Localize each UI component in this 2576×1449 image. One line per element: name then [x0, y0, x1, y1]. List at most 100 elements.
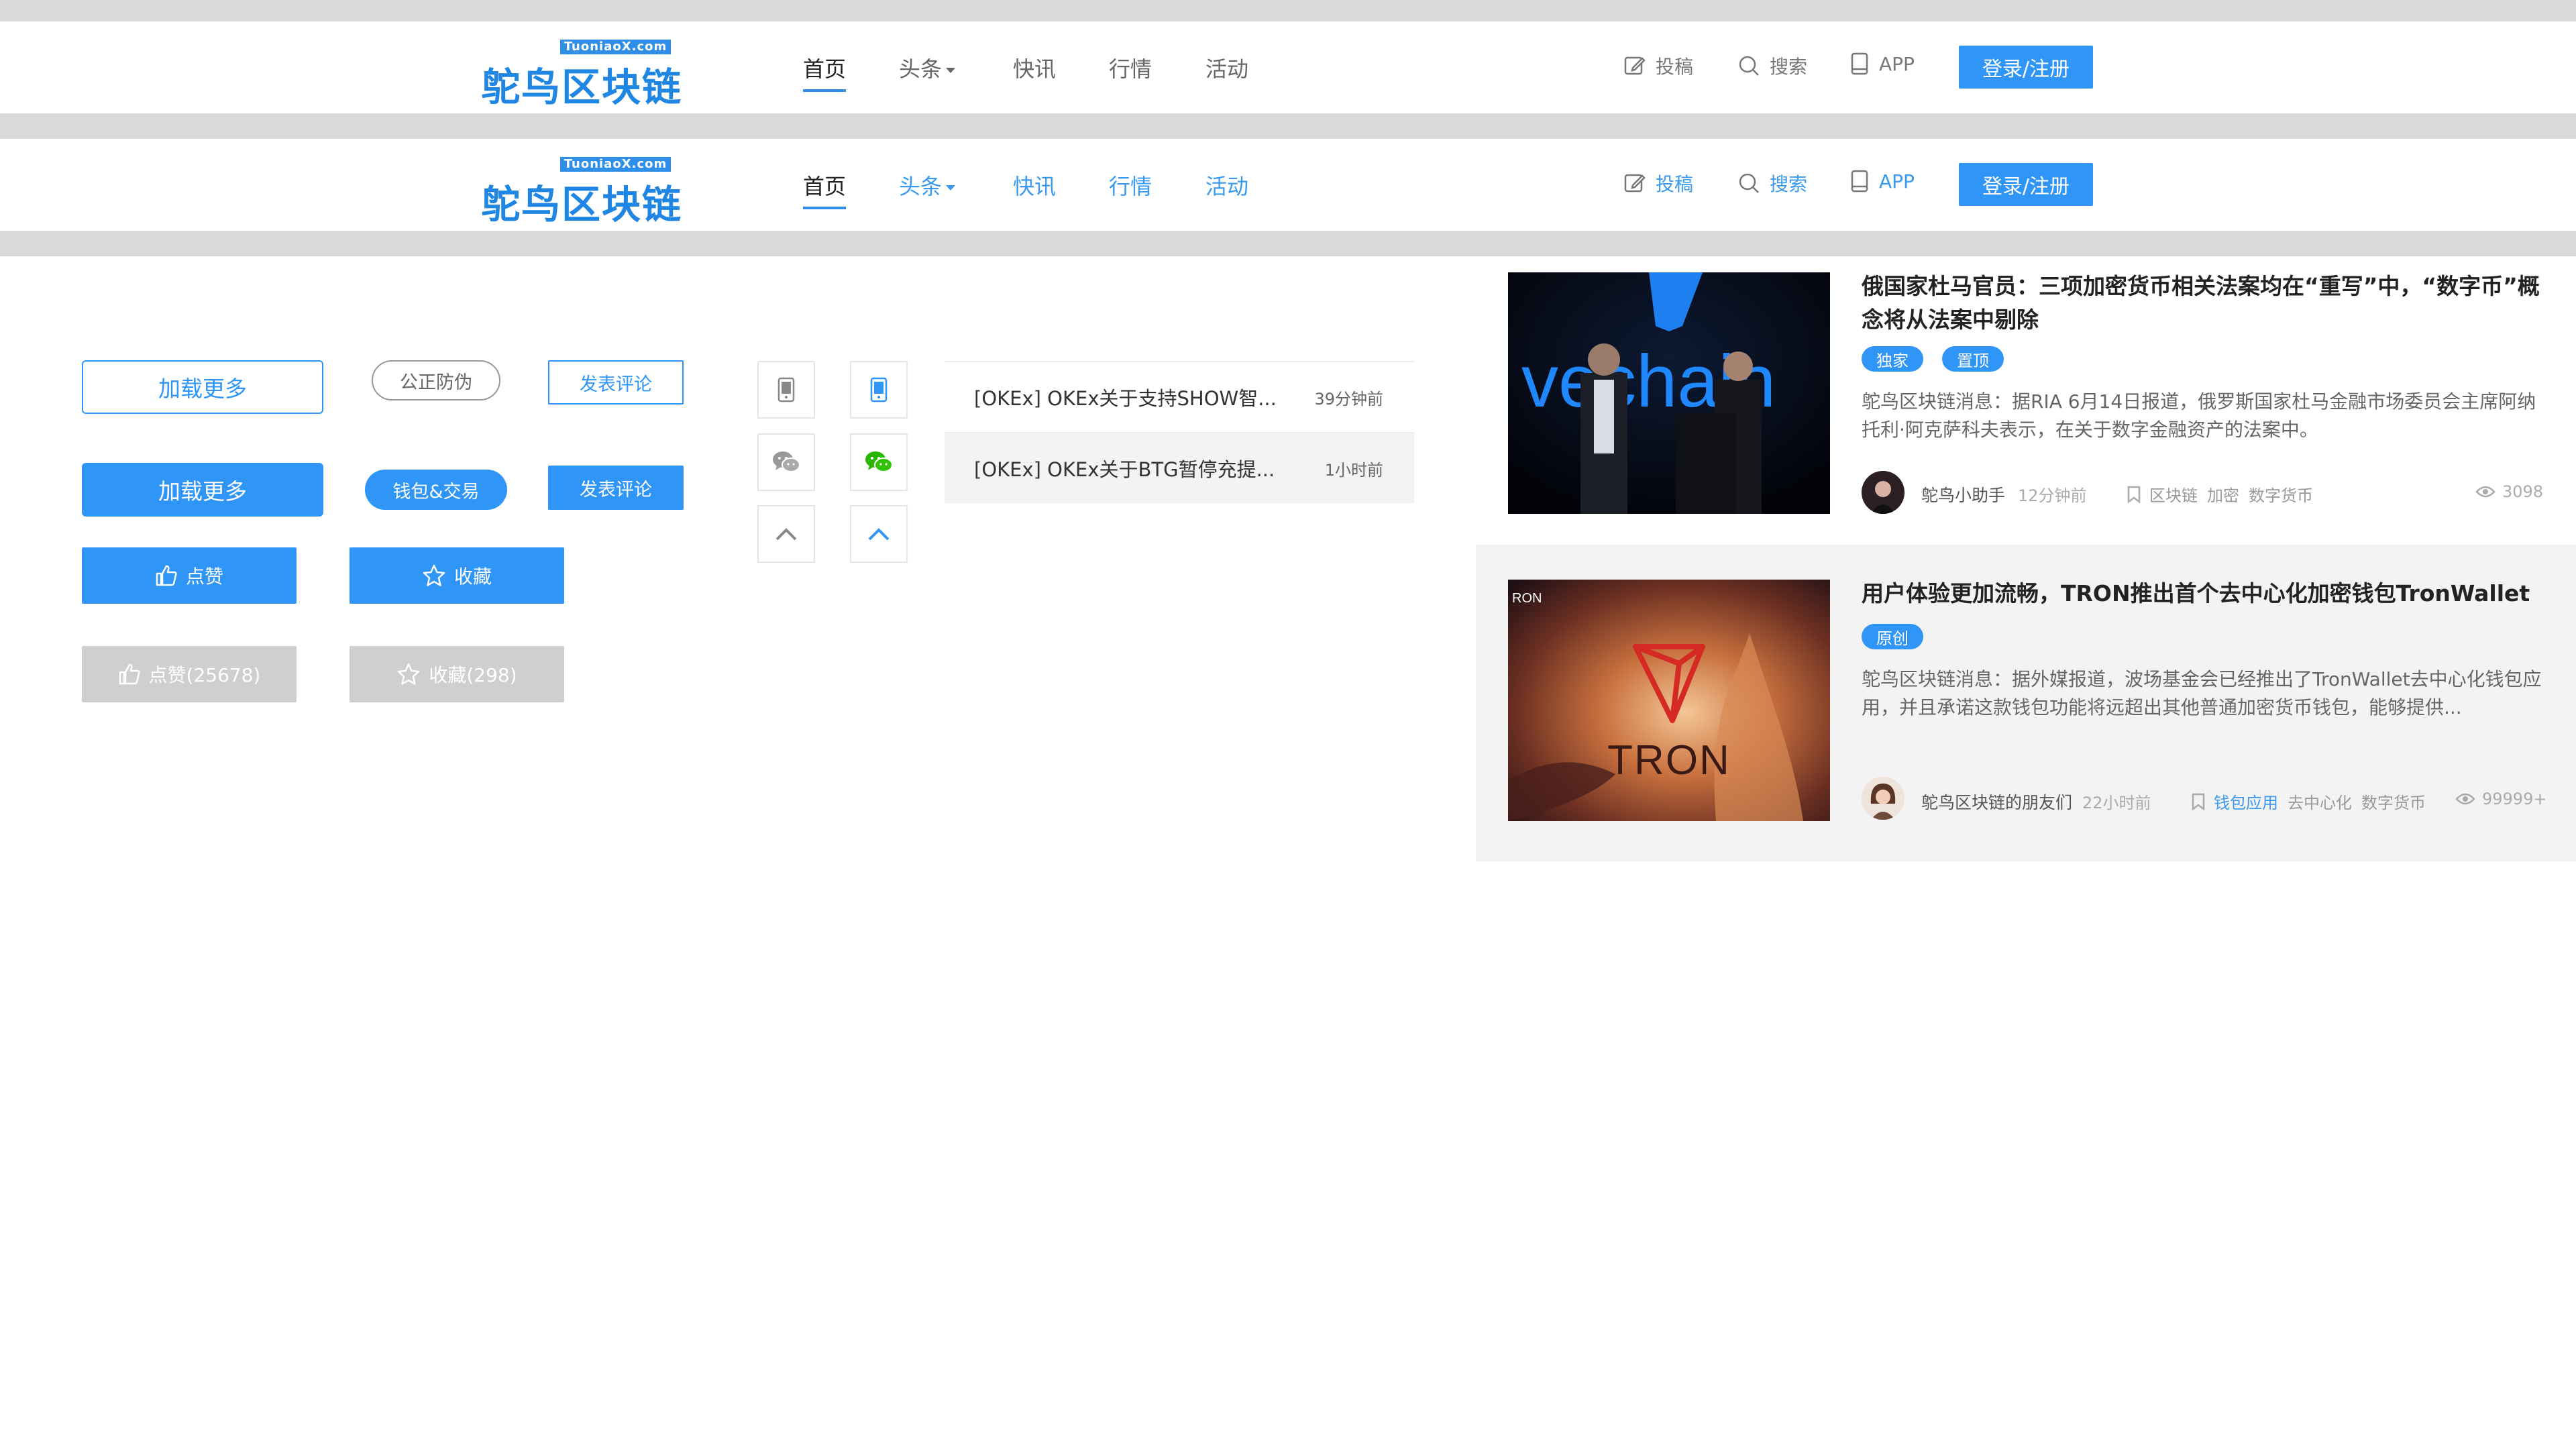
load-more-solid-button[interactable]: 加载更多 — [82, 463, 323, 517]
login-register-button[interactable]: 登录/注册 — [1959, 163, 2093, 206]
favorite-label: 收藏 — [453, 566, 492, 588]
tron-logo-text: TRON — [1607, 737, 1731, 784]
nav-item-flash[interactable]: 快讯 — [1013, 52, 1056, 83]
phone-icon — [777, 377, 795, 402]
view-count: 99999+ — [2455, 790, 2546, 808]
news-time: 39分钟前 — [1314, 389, 1383, 409]
favorite-button[interactable]: 收藏 — [350, 547, 564, 604]
tag-exclusive[interactable]: 独家 — [1862, 346, 1923, 372]
logo[interactable]: TuoniaoX.com 鸵鸟区块链 — [481, 40, 681, 110]
nav-item-home[interactable]: 首页 — [803, 52, 846, 83]
login-register-button[interactable]: 登录/注册 — [1959, 46, 2093, 89]
keyword[interactable]: 区块链 — [2149, 482, 2198, 506]
search-icon — [1739, 173, 1759, 193]
article-title[interactable]: 俄国家杜马官员：三项加密货币相关法案均在“重写”中，“数字币”概念将从法案中剔除 — [1862, 270, 2553, 337]
article-thumbnail[interactable]: TRON RON — [1508, 580, 1830, 821]
news-title: [OKEx] OKEx关于BTG暂停充提... — [974, 458, 1275, 481]
submit-link[interactable]: 投稿 — [1623, 170, 1693, 197]
star-icon — [423, 564, 445, 586]
eye-icon — [2455, 793, 2475, 805]
bookmark-icon — [2127, 486, 2141, 503]
nav-item-home[interactable]: 首页 — [803, 170, 846, 201]
tron-photo: TRON RON — [1508, 580, 1830, 821]
avatar[interactable] — [1862, 777, 1904, 820]
back-to-top-button-active[interactable] — [850, 505, 908, 563]
load-more-button[interactable]: 加载更多 — [82, 360, 323, 414]
wechat-icon — [865, 451, 893, 472]
wallet-trade-button[interactable]: 钱包&交易 — [365, 470, 507, 510]
favorite-count-button[interactable]: 收藏(298) — [350, 646, 564, 702]
back-to-top-button[interactable] — [757, 505, 815, 563]
phone-icon — [1851, 52, 1868, 75]
article-keywords: 区块链 加密 数字货币 — [2127, 482, 2322, 506]
logo[interactable]: TuoniaoX.com 鸵鸟区块链 — [481, 157, 681, 227]
keyword[interactable]: 去中心化 — [2288, 790, 2352, 813]
nav-item-headlines-label: 头条 — [899, 174, 943, 199]
wechat-icon-button-active[interactable] — [850, 433, 908, 491]
post-time: 12分钟前 — [2018, 486, 2087, 505]
nav-item-flash[interactable]: 快讯 — [1013, 170, 1056, 201]
keyword[interactable]: 钱包应用 — [2214, 790, 2278, 813]
phone-icon — [1851, 170, 1868, 193]
avatar[interactable] — [1862, 471, 1904, 514]
nav-active-underline — [803, 89, 846, 92]
favorite-count-label: 收藏(298) — [429, 664, 517, 686]
article-thumbnail[interactable]: vechain — [1508, 272, 1830, 514]
author-name[interactable]: 鸵鸟小助手 — [1921, 482, 2005, 506]
nav-item-market[interactable]: 行情 — [1109, 52, 1152, 83]
article-title[interactable]: 用户体验更加流畅，TRON推出首个去中心化加密钱包TronWallet — [1862, 577, 2553, 610]
fair-anti-button[interactable]: 公正防伪 — [372, 360, 500, 400]
list-item[interactable]: [OKEx] OKEx关于BTG暂停充提... 1小时前 — [945, 432, 1414, 503]
app-label: APP — [1879, 52, 1915, 75]
navbar-default: TuoniaoX.com 鸵鸟区块链 首页 头条 快讯 行情 活动 投稿 搜索 … — [0, 21, 2576, 113]
eye-icon — [2475, 486, 2496, 498]
search-link[interactable]: 搜索 — [1737, 52, 1807, 79]
middle-band — [0, 113, 2576, 139]
tag-pinned[interactable]: 置顶 — [1942, 346, 2004, 372]
app-link[interactable]: APP — [1849, 170, 1915, 193]
keyword[interactable]: 数字货币 — [2249, 482, 2313, 506]
submit-link[interactable]: 投稿 — [1623, 52, 1693, 79]
nav-item-market[interactable]: 行情 — [1109, 170, 1152, 201]
search-label: 搜索 — [1770, 173, 1808, 195]
flash-news-list: [OKEx] OKEx关于支持SHOW智... 39分钟前 [OKEx] OKE… — [945, 361, 1414, 503]
comment-solid-button[interactable]: 发表评论 — [548, 466, 684, 510]
wechat-icon — [773, 451, 800, 472]
logo-badge: TuoniaoX.com — [560, 157, 671, 172]
thumbs-up-icon — [156, 565, 177, 586]
star-icon — [398, 663, 420, 685]
tag-original[interactable]: 原创 — [1862, 624, 1923, 649]
nav-item-events[interactable]: 活动 — [1205, 52, 1248, 83]
keyword[interactable]: 数字货币 — [2361, 790, 2426, 813]
article-card[interactable]: TRON RON 用户体验更加流畅，TRON推出首个去中心化加密钱包TronWa… — [1476, 545, 2576, 861]
nav-item-events[interactable]: 活动 — [1205, 170, 1248, 201]
nav-item-headlines[interactable]: 头条 — [899, 170, 956, 201]
top-band — [0, 0, 2576, 21]
app-label: APP — [1879, 170, 1915, 193]
phone-icon — [870, 377, 888, 402]
mobile-icon-button-active[interactable] — [850, 361, 908, 419]
search-link[interactable]: 搜索 — [1737, 170, 1807, 197]
logo-badge: TuoniaoX.com — [560, 40, 671, 54]
post-time: 22小时前 — [2082, 794, 2151, 812]
thumbs-up-icon — [119, 663, 140, 685]
nav-item-headlines[interactable]: 头条 — [899, 52, 956, 83]
app-link[interactable]: APP — [1849, 52, 1915, 75]
search-label: 搜索 — [1770, 56, 1808, 78]
list-item[interactable]: [OKEx] OKEx关于支持SHOW智... 39分钟前 — [945, 361, 1414, 432]
author-name[interactable]: 鸵鸟区块链的朋友们 — [1921, 790, 2072, 814]
vechain-photo: vechain — [1508, 272, 1830, 514]
edit-icon — [1624, 56, 1646, 75]
comment-button[interactable]: 发表评论 — [548, 360, 684, 405]
like-count-label: 点赞(25678) — [148, 664, 261, 686]
logo-text: 鸵鸟区块链 — [481, 182, 683, 227]
news-title: [OKEx] OKEx关于支持SHOW智... — [974, 387, 1277, 410]
navbar-hover: TuoniaoX.com 鸵鸟区块链 首页 头条 快讯 行情 活动 投稿 搜索 … — [0, 139, 2576, 231]
like-button[interactable]: 点赞 — [82, 547, 297, 604]
article-card[interactable]: vechain 俄国家杜马官员：三项加密货币相关法案均在“重写”中，“数字币”概… — [1476, 241, 2576, 558]
like-label: 点赞 — [185, 566, 223, 588]
wechat-icon-button[interactable] — [757, 433, 815, 491]
mobile-icon-button[interactable] — [757, 361, 815, 419]
keyword[interactable]: 加密 — [2207, 482, 2239, 506]
like-count-button[interactable]: 点赞(25678) — [82, 646, 297, 702]
